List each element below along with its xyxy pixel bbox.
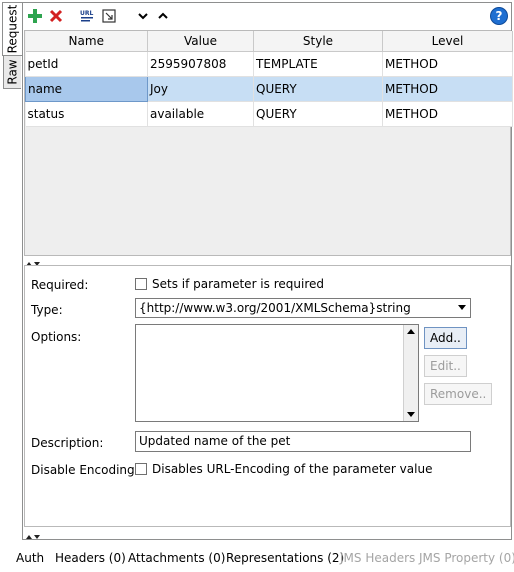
move-up-icon[interactable]	[154, 7, 172, 25]
tab-representations[interactable]: Representations (2)	[226, 551, 344, 565]
cell-name[interactable]: name	[25, 75, 148, 102]
help-icon[interactable]: ?	[490, 7, 508, 25]
cell-name[interactable]: status	[25, 101, 148, 127]
disable-encoding-checkbox-label: Disables URL-Encoding of the parameter v…	[152, 462, 433, 476]
scroll-up-icon[interactable]	[407, 329, 415, 334]
cell-level[interactable]: METHOD	[382, 76, 513, 102]
required-label: Required:	[31, 278, 89, 292]
tab-raw-label: Raw	[5, 59, 20, 85]
delete-icon[interactable]	[47, 7, 65, 25]
remove-option-button[interactable]: Remove..	[424, 383, 493, 405]
bottom-tabs: Auth Headers (0) Attachments (0) Represe…	[0, 549, 514, 569]
chevron-down-icon	[458, 305, 466, 310]
options-label: Options:	[31, 330, 82, 344]
tab-headers[interactable]: Headers (0)	[55, 551, 126, 565]
tab-auth[interactable]: Auth	[16, 551, 44, 565]
tab-jms-headers[interactable]: JMS Headers	[340, 551, 415, 565]
add-icon[interactable]	[26, 7, 44, 25]
svg-text:URL: URL	[80, 10, 93, 17]
cell-style[interactable]: QUERY	[253, 76, 383, 102]
required-checkbox[interactable]	[135, 278, 147, 290]
description-label: Description:	[31, 436, 104, 450]
tab-attachments[interactable]: Attachments (0)	[128, 551, 225, 565]
options-scrollbar[interactable]	[403, 325, 418, 421]
column-header-style[interactable]: Style	[253, 31, 383, 52]
splitter-arrows-icon	[26, 535, 40, 539]
extract-url-params-icon[interactable]: URL	[78, 7, 96, 25]
table-header-row: Name Value Style Level	[25, 31, 513, 52]
params-table: Name Value Style Level petId 2595907808 …	[24, 30, 513, 256]
disable-encoding-label: Disable Encoding:	[31, 463, 139, 477]
tab-request-label: Request	[5, 4, 20, 54]
required-checkbox-label: Sets if parameter is required	[152, 277, 324, 291]
cell-value[interactable]: available	[147, 101, 254, 127]
cell-value[interactable]: 2595907808	[147, 51, 254, 77]
type-select-value: {http://www.w3.org/2001/XMLSchema}string	[139, 301, 411, 315]
cell-style[interactable]: TEMPLATE	[253, 51, 383, 77]
cell-level[interactable]: METHOD	[382, 101, 513, 127]
add-option-button[interactable]: Add..	[424, 327, 467, 349]
type-label: Type:	[31, 303, 63, 317]
disable-encoding-checkbox[interactable]	[135, 463, 147, 475]
cell-name[interactable]: petId	[25, 51, 148, 77]
tab-request[interactable]: Request	[2, 2, 22, 56]
request-view-tabs: Request Raw	[0, 0, 22, 100]
type-select[interactable]: {http://www.w3.org/2001/XMLSchema}string	[135, 298, 471, 318]
move-down-icon[interactable]	[134, 7, 152, 25]
splitter-top[interactable]	[24, 256, 54, 266]
column-header-value[interactable]: Value	[147, 31, 254, 52]
request-panel: URL ? Name Value Style Level petId 25959…	[22, 2, 513, 540]
edit-option-button[interactable]: Edit..	[424, 355, 467, 377]
tab-raw[interactable]: Raw	[3, 55, 21, 89]
param-details-panel: Required: Sets if parameter is required …	[24, 265, 511, 527]
cell-style[interactable]: QUERY	[253, 101, 383, 127]
table-row[interactable]: name Joy QUERY METHOD	[25, 75, 513, 102]
scroll-down-icon[interactable]	[407, 412, 415, 417]
params-toolbar: URL ?	[23, 3, 511, 29]
tab-jms-property[interactable]: JMS Property (0)	[419, 551, 514, 565]
splitter-bottom[interactable]	[24, 529, 54, 539]
description-input[interactable]: Updated name of the pet	[135, 431, 471, 452]
fit-icon[interactable]	[100, 7, 118, 25]
options-list[interactable]	[135, 324, 419, 422]
table-row[interactable]: status available QUERY METHOD	[25, 101, 513, 127]
table-row[interactable]: petId 2595907808 TEMPLATE METHOD	[25, 51, 513, 77]
cell-value[interactable]: Joy	[147, 76, 254, 102]
column-header-level[interactable]: Level	[382, 31, 513, 52]
column-header-name[interactable]: Name	[25, 31, 148, 52]
cell-level[interactable]: METHOD	[382, 51, 513, 77]
